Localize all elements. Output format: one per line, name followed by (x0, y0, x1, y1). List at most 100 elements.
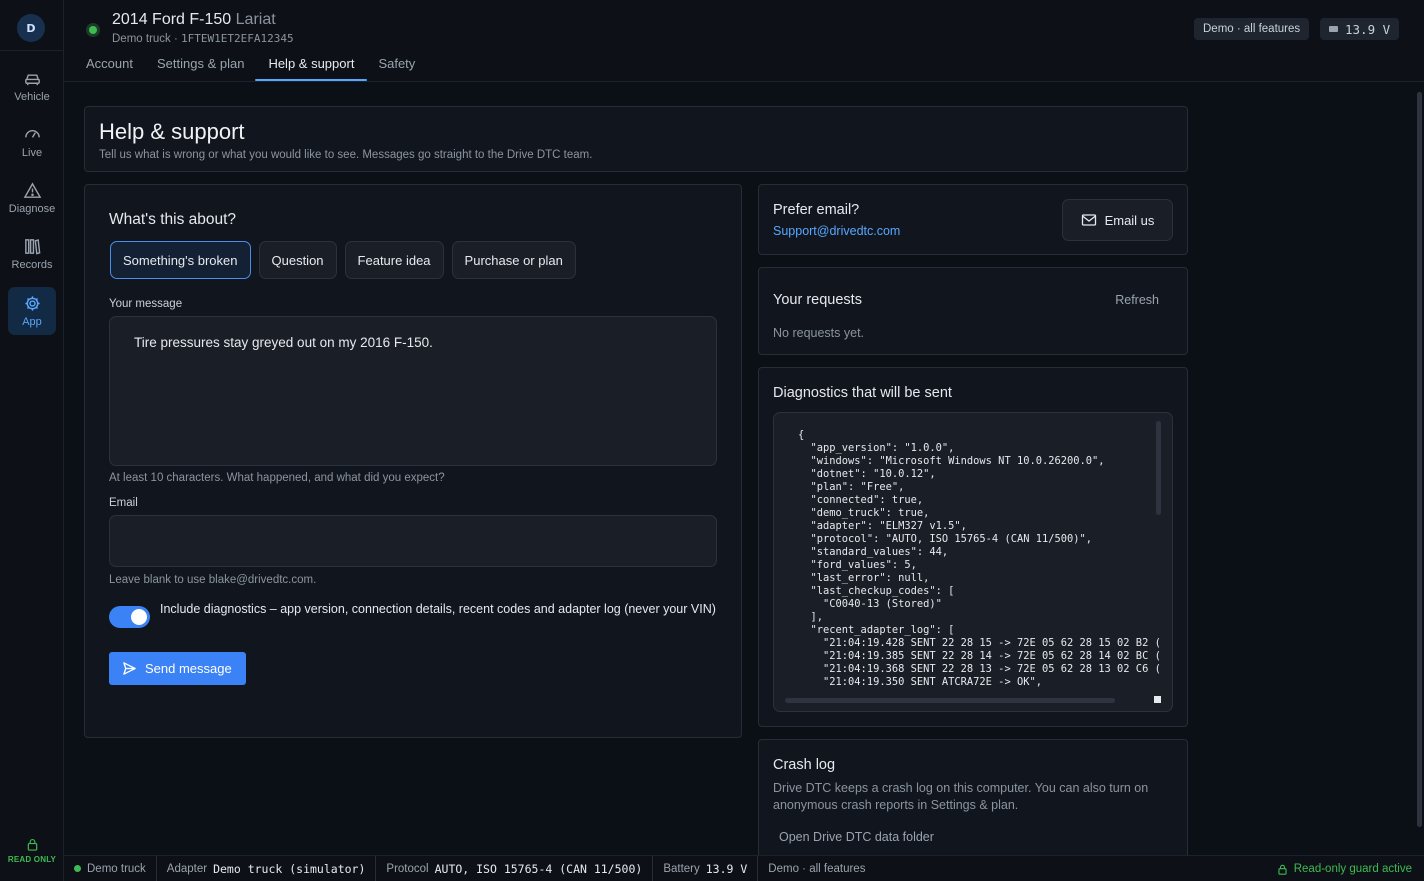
category-chips: Something's broken Question Feature idea… (110, 241, 576, 279)
diagnostics-card: Diagnostics that will be sent { "app_ver… (758, 367, 1188, 727)
prefer-email-title: Prefer email? (773, 202, 860, 218)
page-scrollbar[interactable] (1417, 92, 1422, 827)
requests-empty-text: No requests yet. (773, 326, 865, 340)
requests-card: Your requests Refresh No requests yet. (758, 267, 1188, 355)
voltage-pill: 13.9 V (1320, 18, 1400, 40)
json-horizontal-scrollbar[interactable] (785, 698, 1115, 703)
open-data-folder-button[interactable]: Open Drive DTC data folder (779, 830, 934, 844)
nav-app[interactable]: App (8, 287, 56, 335)
read-only-guard: Read-only guard active (1277, 856, 1412, 881)
support-email-link[interactable]: Support@drivedtc.com (773, 224, 900, 238)
crash-log-description: Drive DTC keeps a crash log on this comp… (773, 781, 1149, 812)
tab-help-support[interactable]: Help & support (255, 56, 368, 81)
mail-icon (1081, 214, 1096, 226)
send-icon (123, 662, 136, 675)
json-vertical-scrollbar[interactable] (1156, 421, 1161, 515)
email-us-button[interactable]: Email us (1062, 199, 1173, 241)
toggle-knob (131, 609, 147, 625)
message-hint: At least 10 characters. What happened, a… (109, 472, 445, 484)
send-message-button[interactable]: Send message (109, 652, 246, 685)
read-only-label: READ ONLY (7, 855, 57, 864)
app-logo[interactable]: D (17, 14, 45, 42)
mode-pill: Demo · all features (1194, 18, 1310, 40)
status-connected-dot (74, 865, 81, 872)
lock-icon (1278, 864, 1287, 875)
diagnostics-json-viewer[interactable]: { "app_version": "1.0.0", "windows": "Mi… (773, 412, 1173, 712)
books-icon (24, 239, 40, 255)
gear-icon (24, 296, 40, 311)
status-mode-label: Demo · all features (768, 862, 866, 875)
requests-title: Your requests (773, 292, 862, 308)
category-chip-purchase[interactable]: Purchase or plan (451, 241, 576, 279)
tab-safety[interactable]: Safety (366, 56, 427, 79)
tab-settings-plan[interactable]: Settings & plan (145, 56, 256, 79)
page-header-card: Help & support Tell us what is wrong or … (84, 106, 1188, 172)
vehicle-vin: 1FTEW1ET2EFA12345 (181, 32, 294, 45)
message-textarea[interactable]: Tire pressures stay greyed out on my 201… (109, 316, 717, 466)
form-heading: What's this about? (109, 211, 237, 228)
nav-vehicle-label: Vehicle (14, 91, 50, 103)
category-chip-question[interactable]: Question (258, 241, 337, 279)
nav-app-label: App (22, 316, 42, 328)
warning-triangle-icon (23, 182, 41, 198)
nav-diagnose-label: Diagnose (8, 203, 56, 215)
include-diagnostics-label: Include diagnostics – app version, conne… (160, 602, 716, 616)
status-battery: Battery 13.9 V (653, 855, 759, 881)
connection-status-dot (86, 23, 100, 37)
car-icon (24, 74, 40, 86)
status-protocol: Protocol AUTO, ISO 15765-4 (CAN 11/500) (376, 855, 654, 881)
page-subtitle: Tell us what is wrong or what you would … (99, 149, 593, 161)
category-chip-broken[interactable]: Something's broken (110, 241, 251, 279)
status-bar: Demo truck Adapter Demo truck (simulator… (64, 855, 1424, 881)
message-label: Your message (109, 298, 183, 310)
page-title: Help & support (99, 119, 245, 144)
voltage-value: 13.9 V (1345, 21, 1391, 37)
email-us-label: Email us (1104, 212, 1155, 228)
status-adapter-value: Demo truck (simulator) (213, 861, 366, 876)
feedback-form: What's this about? Something's broken Qu… (84, 184, 742, 738)
prefer-email-card: Prefer email? Support@drivedtc.com Email… (758, 184, 1188, 255)
status-mode: Demo · all features (758, 856, 875, 881)
status-battery-label: Battery (663, 862, 700, 875)
status-protocol-label: Protocol (386, 862, 429, 875)
diagnostics-json-text: { "app_version": "1.0.0", "windows": "Mi… (798, 429, 1161, 688)
status-adapter-label: Adapter (166, 862, 208, 875)
vehicle-title: 2014 Ford F-150 Lariat (112, 11, 276, 29)
main-content: Help & support Tell us what is wrong or … (64, 82, 1424, 859)
status-protocol-value: AUTO, ISO 15765-4 (CAN 11/500) (434, 861, 643, 876)
nav-diagnose[interactable]: Diagnose (8, 174, 56, 222)
lock-icon (27, 838, 37, 851)
email-label: Email (109, 497, 138, 509)
diagnostics-title: Diagnostics that will be sent (773, 385, 952, 401)
category-chip-feature[interactable]: Feature idea (344, 241, 444, 279)
status-adapter: Adapter Demo truck (simulator) (157, 855, 377, 881)
nav-vehicle[interactable]: Vehicle (8, 62, 56, 110)
battery-icon (1329, 26, 1338, 32)
nav-records[interactable]: Records (8, 230, 56, 278)
vehicle-subtitle: Demo truck · 1FTEW1ET2EFA12345 (112, 32, 294, 45)
read-only-indicator: READ ONLY (0, 838, 64, 864)
settings-tabs: Account Settings & plan Help & support S… (86, 56, 427, 81)
vehicle-name: 2014 Ford F-150 (112, 11, 232, 28)
tab-account[interactable]: Account (86, 56, 145, 79)
nav-records-label: Records (11, 259, 53, 271)
read-only-guard-label: Read-only guard active (1293, 863, 1412, 875)
email-field[interactable] (109, 515, 717, 567)
status-vehicle: Demo truck (64, 855, 157, 881)
crash-log-title: Crash log (773, 757, 836, 773)
refresh-button[interactable]: Refresh (1115, 293, 1159, 307)
status-vehicle-label: Demo truck (87, 862, 146, 875)
include-diagnostics-toggle[interactable] (109, 606, 150, 628)
mode-pill-label: Demo · all features (1203, 23, 1301, 35)
left-rail: D Vehicle Live Diagnose Records App READ… (0, 0, 64, 881)
nav-live[interactable]: Live (8, 118, 56, 166)
crash-log-card: Crash log Drive DTC keeps a crash log on… (758, 739, 1188, 859)
rail-divider (0, 50, 64, 51)
nav-live-label: Live (21, 147, 43, 159)
gauge-icon (24, 129, 40, 138)
top-bar: 2014 Ford F-150 Lariat Demo truck · 1FTE… (64, 0, 1424, 82)
send-message-label: Send message (145, 661, 232, 676)
resize-corner (1154, 696, 1161, 703)
vehicle-trim: Lariat (235, 11, 276, 28)
email-hint: Leave blank to use blake@drivedtc.com. (109, 574, 317, 586)
